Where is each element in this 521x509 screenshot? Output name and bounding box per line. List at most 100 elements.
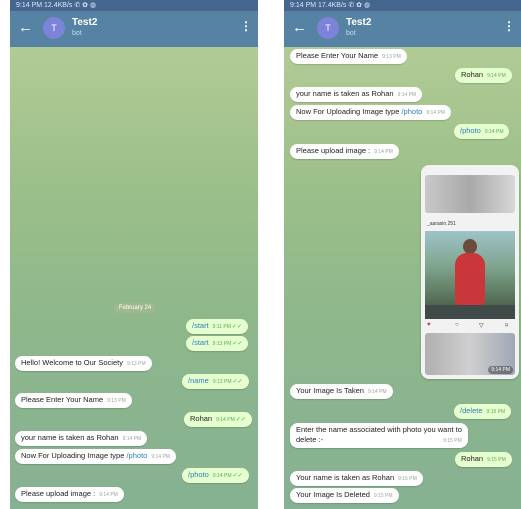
chat-screen-right: 9:14 PM 17.4KB/s ✆ ✿ ◍ ← T Test2 bot ⋮ P… bbox=[284, 0, 521, 509]
chat-screen-left: 9:14 PM 12.4KB/s ✆ ✿ ◍ ← T Test2 bot ⋮ F… bbox=[10, 0, 258, 509]
message-text: Now For Uploading Image type bbox=[21, 451, 127, 460]
message-time: 9:14 PM bbox=[212, 473, 232, 479]
message-time: 9:13 PM bbox=[107, 398, 126, 404]
blurred-image bbox=[425, 175, 515, 213]
message-outgoing[interactable]: /start 9:11 PM✓✓ bbox=[186, 319, 248, 334]
chat-title[interactable]: Test2 bbox=[72, 17, 97, 28]
message-incoming[interactable]: Now For Uploading Image type /photo 9:14 … bbox=[15, 449, 176, 464]
message-incoming[interactable]: Please upload image :9:14 PM bbox=[15, 487, 124, 502]
message-time: 9:15 PM bbox=[373, 493, 393, 499]
message-text: Please upload image : bbox=[21, 489, 96, 498]
message-text: Please Enter Your Name bbox=[296, 51, 379, 60]
message-time: 9:14 PM bbox=[374, 149, 393, 155]
message-incoming[interactable]: Your Image Is Taken 9:14 PM bbox=[290, 384, 393, 399]
chat-subtitle: bot bbox=[346, 30, 356, 37]
message-text: Now For Uploading Image type bbox=[296, 107, 402, 116]
message-time: 9:14 PM bbox=[487, 73, 506, 79]
message-outgoing[interactable]: /photo 9:14 PM✓✓ bbox=[182, 468, 249, 483]
message-text: Rohan bbox=[461, 70, 484, 79]
message-time: 9:13 PM bbox=[212, 341, 232, 347]
message-outgoing[interactable]: /name 9:13 PM✓✓ bbox=[182, 374, 249, 389]
message-text: Your Image Is Deleted bbox=[296, 490, 370, 499]
message-text: Please upload image : bbox=[296, 146, 371, 155]
message-time: 9:14 PM bbox=[216, 417, 235, 423]
message-text: Rohan bbox=[190, 414, 213, 423]
message-time: 9:14 PM bbox=[122, 436, 142, 442]
message-incoming[interactable]: Please Enter Your Name 9:13 PM bbox=[15, 393, 132, 408]
shared-photo[interactable]: _aarasin.251 ♥ ○ ▽ ⌑ 9:14 PM bbox=[421, 165, 519, 379]
command-link[interactable]: /photo bbox=[401, 107, 422, 116]
message-incoming[interactable]: Enter the name associated with photo you… bbox=[290, 423, 468, 448]
message-time: 9:15 PM bbox=[487, 457, 506, 463]
more-menu-icon[interactable]: ⋮ bbox=[503, 19, 515, 33]
message-time: 9:14 PM bbox=[397, 92, 417, 98]
message-time: 9:14 PM bbox=[99, 492, 118, 498]
avatar[interactable]: T bbox=[43, 17, 65, 39]
message-time: 9:14 PM bbox=[151, 454, 170, 460]
message-time: 9:13 PM bbox=[126, 361, 146, 367]
message-text: Enter the name associated with photo you… bbox=[296, 425, 462, 434]
message-time: 9:14 PM bbox=[426, 110, 445, 116]
message-incoming[interactable]: Your Image Is Deleted 9:15 PM bbox=[290, 488, 399, 503]
message-text[interactable]: /name bbox=[188, 376, 209, 385]
message-outgoing[interactable]: Rohan 9:14 PM bbox=[455, 68, 512, 83]
avatar[interactable]: T bbox=[317, 17, 339, 39]
read-ticks-icon: ✓✓ bbox=[231, 324, 242, 330]
message-text: your name is taken as Rohan bbox=[21, 433, 119, 442]
back-arrow-icon[interactable]: ← bbox=[292, 19, 307, 37]
message-incoming[interactable]: your name is taken as Rohan 9:14 PM bbox=[290, 87, 423, 102]
chat-title[interactable]: Test2 bbox=[346, 17, 371, 28]
message-text: Your name is taken as Rohan bbox=[296, 473, 395, 482]
status-bar: 9:14 PM 12.4KB/s ✆ ✿ ◍ bbox=[10, 0, 258, 11]
chat-header: ← T Test2 bot ⋮ bbox=[10, 11, 258, 47]
message-text: Please Enter Your Name bbox=[21, 395, 104, 404]
command-link[interactable]: /photo bbox=[126, 451, 147, 460]
road bbox=[425, 305, 515, 319]
message-time: 9:14 PM bbox=[484, 129, 504, 135]
message-outgoing[interactable]: Rohan 9:14 PM✓✓ bbox=[184, 412, 252, 427]
message-text: delete :- bbox=[296, 435, 324, 444]
photo-time: 9:14 PM bbox=[488, 366, 513, 374]
message-text: your name is taken as Rohan bbox=[296, 89, 394, 98]
message-time: 9:15 PM bbox=[398, 476, 417, 482]
person-photo bbox=[425, 231, 515, 319]
person-head bbox=[463, 239, 477, 254]
read-ticks-icon: ✓✓ bbox=[232, 473, 243, 479]
message-text[interactable]: /start bbox=[192, 338, 209, 347]
photo-username: _aarasin.251 bbox=[427, 221, 456, 227]
message-text[interactable]: /delete bbox=[460, 406, 483, 415]
message-incoming[interactable]: Hello! Welcome to Our Society 9:13 PM bbox=[15, 356, 152, 371]
status-bar: 9:14 PM 17.4KB/s ✆ ✿ ◍ bbox=[284, 0, 521, 11]
message-incoming[interactable]: Now For Uploading Image type /photo 9:14 … bbox=[290, 105, 451, 120]
message-time: 9:11 PM bbox=[212, 324, 231, 330]
message-incoming[interactable]: Your name is taken as Rohan 9:15 PM bbox=[290, 471, 423, 486]
read-ticks-icon: ✓✓ bbox=[232, 379, 243, 385]
share-icon: ▽ bbox=[479, 323, 484, 329]
message-text[interactable]: /photo bbox=[460, 126, 481, 135]
message-text: Rohan bbox=[461, 454, 484, 463]
message-incoming[interactable]: your name is taken as Rohan 9:14 PM bbox=[15, 431, 148, 446]
date-chip: February 24 bbox=[114, 303, 156, 313]
message-time: 9:13 PM bbox=[382, 54, 401, 60]
message-outgoing[interactable]: /delete 9:15 PM bbox=[454, 404, 512, 419]
message-time: 9:15 PM bbox=[486, 409, 506, 415]
chat-header: ← T Test2 bot ⋮ bbox=[284, 11, 521, 47]
message-outgoing[interactable]: /photo 9:14 PM bbox=[454, 124, 510, 139]
message-incoming[interactable]: Please upload image :9:14 PM bbox=[290, 144, 399, 159]
heart-icon: ♥ bbox=[427, 322, 431, 328]
person-body bbox=[455, 253, 485, 305]
save-icon: ⌑ bbox=[505, 323, 509, 329]
read-ticks-icon: ✓✓ bbox=[235, 417, 246, 423]
message-incoming[interactable]: Please Enter Your Name 9:13 PM bbox=[290, 49, 407, 64]
back-arrow-icon[interactable]: ← bbox=[18, 19, 33, 37]
message-text[interactable]: /start bbox=[192, 321, 209, 330]
more-menu-icon[interactable]: ⋮ bbox=[240, 19, 252, 33]
message-text[interactable]: /photo bbox=[188, 470, 209, 479]
message-time: 9:14 PM bbox=[367, 389, 387, 395]
chat-subtitle: bot bbox=[72, 30, 82, 37]
message-outgoing[interactable]: Rohan 9:15 PM bbox=[455, 452, 512, 467]
message-outgoing[interactable]: /start 9:13 PM✓✓ bbox=[186, 336, 249, 351]
read-ticks-icon: ✓✓ bbox=[232, 341, 243, 347]
comment-icon: ○ bbox=[455, 322, 459, 328]
message-text: Your Image Is Taken bbox=[296, 386, 364, 395]
